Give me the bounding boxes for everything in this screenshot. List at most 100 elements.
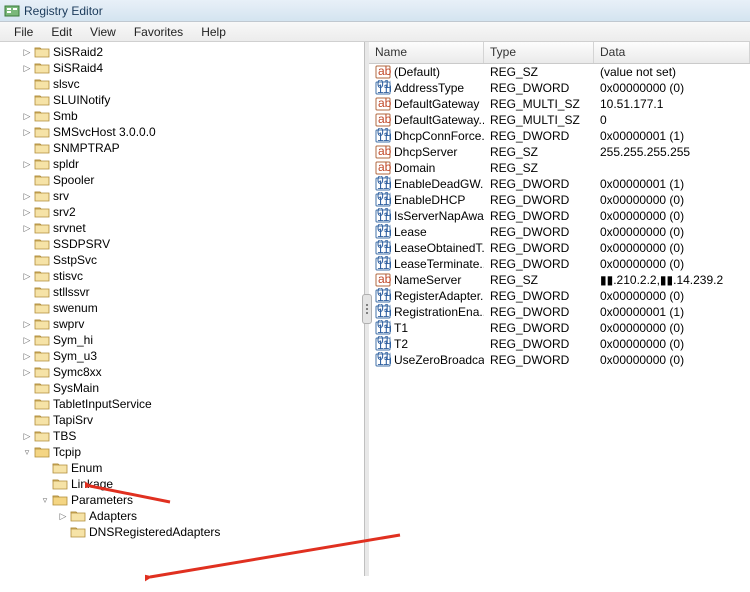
expand-icon[interactable]: ▿: [22, 447, 32, 457]
expand-icon[interactable]: ▷: [22, 127, 32, 137]
expand-icon[interactable]: ▷: [22, 271, 32, 281]
expand-icon[interactable]: [22, 143, 32, 153]
expand-icon[interactable]: ▷: [22, 111, 32, 121]
expand-icon[interactable]: ▿: [40, 495, 50, 505]
value-row[interactable]: abDefaultGatewayREG_MULTI_SZ10.51.177.1: [369, 96, 750, 112]
value-type-cell: REG_DWORD: [484, 353, 594, 367]
value-row[interactable]: abDomainREG_SZ: [369, 160, 750, 176]
value-row[interactable]: 011110EnableDHCPREG_DWORD0x00000000 (0): [369, 192, 750, 208]
value-row[interactable]: abNameServerREG_SZ▮▮.210.2.2,▮▮.14.239.2: [369, 272, 750, 288]
tree-item[interactable]: SNMPTRAP: [0, 140, 364, 156]
tree-item[interactable]: ▷srv: [0, 188, 364, 204]
expand-icon[interactable]: ▷: [22, 367, 32, 377]
expand-icon[interactable]: [22, 383, 32, 393]
expand-icon[interactable]: [22, 255, 32, 265]
expand-icon[interactable]: [22, 415, 32, 425]
value-bin-icon: 011110: [375, 176, 391, 192]
tree-item[interactable]: ▷SiSRaid4: [0, 60, 364, 76]
tree-pane[interactable]: ▷SiSRaid2▷SiSRaid4slsvcSLUINotify▷Smb▷SM…: [0, 42, 365, 576]
values-pane[interactable]: Name Type Data ab(Default)REG_SZ(value n…: [369, 42, 750, 576]
value-row[interactable]: 011110T2REG_DWORD0x00000000 (0): [369, 336, 750, 352]
value-row[interactable]: abDhcpServerREG_SZ255.255.255.255: [369, 144, 750, 160]
expand-icon[interactable]: ▷: [22, 191, 32, 201]
tree-item[interactable]: ▷swprv: [0, 316, 364, 332]
tree-item[interactable]: TabletInputService: [0, 396, 364, 412]
tree-item[interactable]: SysMain: [0, 380, 364, 396]
expand-icon[interactable]: [40, 463, 50, 473]
tree-item[interactable]: ▷Sym_hi: [0, 332, 364, 348]
value-row[interactable]: 011110IsServerNapAwareREG_DWORD0x0000000…: [369, 208, 750, 224]
splitter-grip[interactable]: [362, 294, 372, 324]
value-row[interactable]: abDefaultGateway...REG_MULTI_SZ0: [369, 112, 750, 128]
tree-item[interactable]: SSDPSRV: [0, 236, 364, 252]
value-row[interactable]: 011110RegisterAdapter...REG_DWORD0x00000…: [369, 288, 750, 304]
menu-view[interactable]: View: [82, 23, 124, 41]
expand-icon[interactable]: ▷: [58, 511, 68, 521]
tree-item[interactable]: ▷Smb: [0, 108, 364, 124]
expand-icon[interactable]: [22, 303, 32, 313]
tree-item[interactable]: slsvc: [0, 76, 364, 92]
tree-item[interactable]: ▷Symc8xx: [0, 364, 364, 380]
expand-icon[interactable]: [22, 239, 32, 249]
expand-icon[interactable]: ▷: [22, 431, 32, 441]
tree-item[interactable]: Linkage: [0, 476, 364, 492]
menu-favorites[interactable]: Favorites: [126, 23, 191, 41]
folder-icon: [34, 253, 50, 267]
menu-edit[interactable]: Edit: [43, 23, 80, 41]
tree-item[interactable]: SLUINotify: [0, 92, 364, 108]
value-row[interactable]: 011110LeaseTerminate...REG_DWORD0x000000…: [369, 256, 750, 272]
tree-item[interactable]: swenum: [0, 300, 364, 316]
menu-help[interactable]: Help: [193, 23, 234, 41]
tree-item[interactable]: ▷spldr: [0, 156, 364, 172]
expand-icon[interactable]: [22, 175, 32, 185]
folder-icon: [34, 269, 50, 283]
tree-item[interactable]: ▷srv2: [0, 204, 364, 220]
col-name[interactable]: Name: [369, 42, 484, 63]
value-row[interactable]: 011110EnableDeadGW...REG_DWORD0x00000001…: [369, 176, 750, 192]
tree-item[interactable]: ▷Sym_u3: [0, 348, 364, 364]
expand-icon[interactable]: ▷: [22, 351, 32, 361]
value-row[interactable]: 011110LeaseREG_DWORD0x00000000 (0): [369, 224, 750, 240]
tree-item[interactable]: ▷srvnet: [0, 220, 364, 236]
menu-file[interactable]: File: [6, 23, 41, 41]
value-row[interactable]: ab(Default)REG_SZ(value not set): [369, 64, 750, 80]
value-row[interactable]: 011110DhcpConnForce...REG_DWORD0x0000000…: [369, 128, 750, 144]
tree-item[interactable]: ▷stisvc: [0, 268, 364, 284]
value-row[interactable]: 011110UseZeroBroadcastREG_DWORD0x0000000…: [369, 352, 750, 368]
tree-item[interactable]: DNSRegisteredAdapters: [0, 524, 364, 540]
expand-icon[interactable]: ▷: [22, 63, 32, 73]
expand-icon[interactable]: [40, 479, 50, 489]
expand-icon[interactable]: ▷: [22, 207, 32, 217]
splitter[interactable]: [365, 42, 369, 576]
expand-icon[interactable]: [22, 287, 32, 297]
col-type[interactable]: Type: [484, 42, 594, 63]
tree-item[interactable]: ▷SMSvcHost 3.0.0.0: [0, 124, 364, 140]
tree-item[interactable]: Spooler: [0, 172, 364, 188]
expand-icon[interactable]: ▷: [22, 159, 32, 169]
expand-icon[interactable]: [22, 399, 32, 409]
value-row[interactable]: 011110RegistrationEna...REG_DWORD0x00000…: [369, 304, 750, 320]
tree-item[interactable]: SstpSvc: [0, 252, 364, 268]
svg-text:110: 110: [377, 354, 391, 368]
col-data[interactable]: Data: [594, 42, 750, 63]
tree-item[interactable]: ▷SiSRaid2: [0, 44, 364, 60]
expand-icon[interactable]: [22, 95, 32, 105]
expand-icon[interactable]: ▷: [22, 319, 32, 329]
expand-icon[interactable]: ▷: [22, 47, 32, 57]
expand-icon[interactable]: [22, 79, 32, 89]
expand-icon[interactable]: [58, 527, 68, 537]
tree-item[interactable]: ▿Tcpip: [0, 444, 364, 460]
svg-text:110: 110: [377, 178, 391, 192]
tree-item[interactable]: TapiSrv: [0, 412, 364, 428]
value-row[interactable]: 011110AddressTypeREG_DWORD0x00000000 (0): [369, 80, 750, 96]
tree-item[interactable]: ▷Adapters: [0, 508, 364, 524]
tree-item[interactable]: ▷TBS: [0, 428, 364, 444]
tree-item[interactable]: stllssvr: [0, 284, 364, 300]
value-row[interactable]: 011110LeaseObtainedT...REG_DWORD0x000000…: [369, 240, 750, 256]
expand-icon[interactable]: ▷: [22, 223, 32, 233]
tree-item[interactable]: Enum: [0, 460, 364, 476]
tree-item[interactable]: ▿Parameters: [0, 492, 364, 508]
svg-text:110: 110: [377, 338, 391, 352]
value-row[interactable]: 011110T1REG_DWORD0x00000000 (0): [369, 320, 750, 336]
expand-icon[interactable]: ▷: [22, 335, 32, 345]
